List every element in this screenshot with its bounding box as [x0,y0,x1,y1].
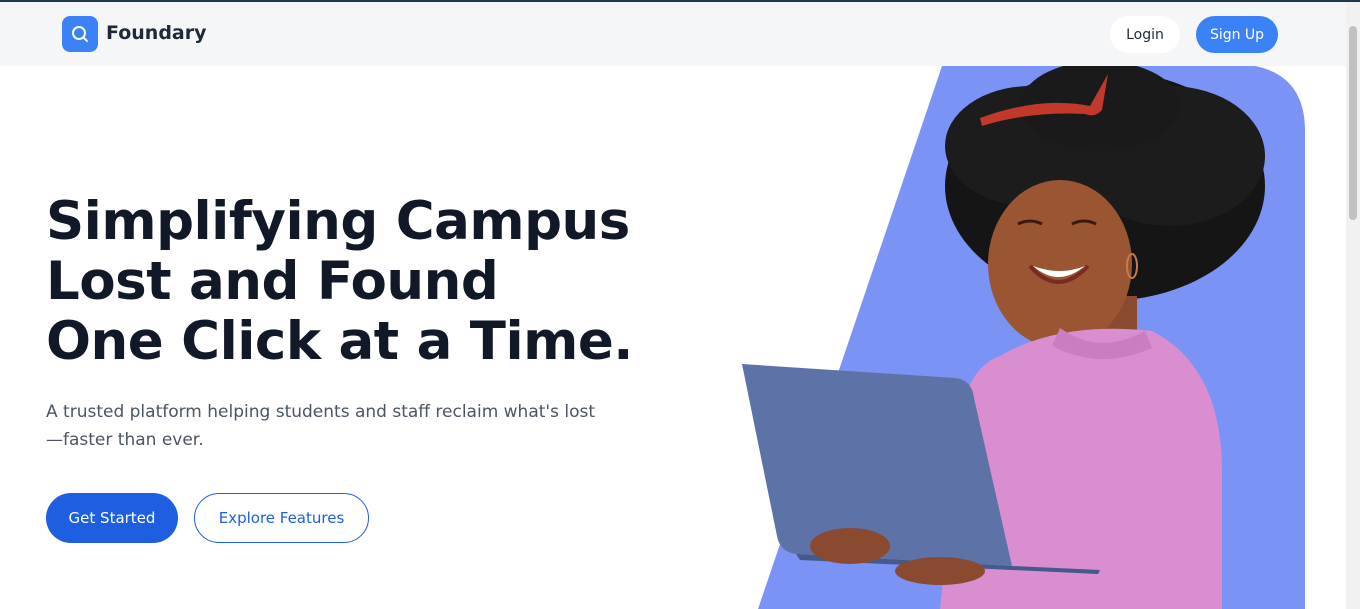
hero-subtitle: A trusted platform helping students and … [46,402,595,450]
hero-title-line: Lost and Found [46,251,499,312]
scrollbar-thumb[interactable] [1349,26,1357,220]
signup-button[interactable]: Sign Up [1196,16,1278,53]
get-started-button[interactable]: Get Started [46,493,178,543]
search-icon [72,26,88,42]
person-hand [810,528,890,564]
hero-illustration [742,66,1305,609]
hero-title: Simplifying Campus Lost and Found One Cl… [46,192,686,372]
navbar: Foundary Login Sign Up [0,2,1346,66]
logo-badge[interactable] [62,16,98,52]
hero-title-line: Simplifying Campus [46,191,630,252]
login-button[interactable]: Login [1110,16,1180,53]
brand-name[interactable]: Foundary [106,22,207,44]
hero-title-line: One Click at a Time. [46,311,633,372]
explore-features-button[interactable]: Explore Features [194,493,369,543]
page-scrollbar[interactable] [1346,2,1360,609]
person-face [988,180,1132,348]
